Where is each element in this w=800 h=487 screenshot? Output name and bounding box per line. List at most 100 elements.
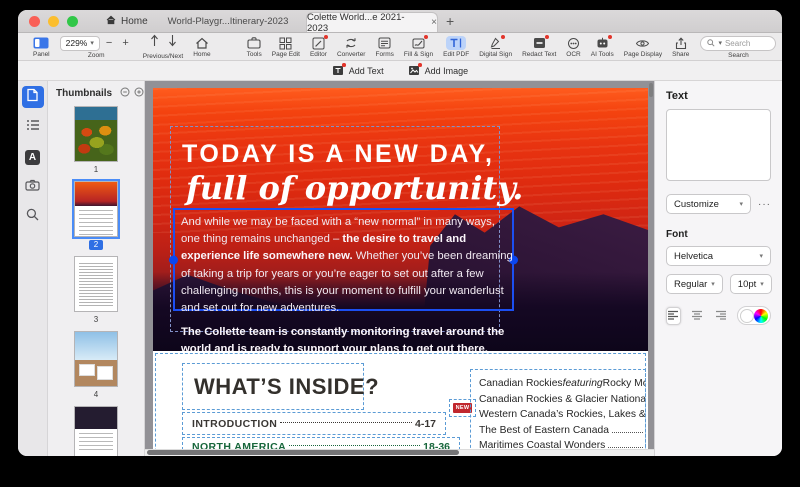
edit-pdf-button[interactable]: Edit PDF (438, 34, 474, 60)
font-color-control[interactable] (737, 306, 771, 325)
bookmarks-panel-button[interactable] (22, 116, 44, 138)
edit-pdf-icon (446, 36, 467, 50)
close-window-button[interactable] (29, 16, 40, 27)
add-text-icon (332, 63, 346, 76)
add-text-button[interactable]: Add Text (332, 63, 384, 76)
share-button[interactable]: Share (667, 34, 694, 60)
align-right-button[interactable] (713, 307, 728, 325)
home-view-button[interactable]: Home (188, 34, 215, 60)
tab-world-playground[interactable]: World-Playgr...Itinerary-2023 (148, 10, 308, 32)
thumbnail-page-3[interactable]: 3 (74, 256, 118, 325)
customize-dropdown[interactable]: Customize ▾ (666, 194, 751, 214)
toc-row-introduction[interactable]: INTRODUCTION 4-17 (182, 412, 446, 435)
tab-close-icon[interactable]: × (431, 17, 437, 28)
add-image-button[interactable]: Add Image (408, 63, 468, 76)
thumbnail-zoom-out-icon[interactable] (120, 87, 130, 100)
tools-button[interactable]: Tools (242, 34, 267, 60)
more-options-button[interactable]: ··· (758, 199, 771, 210)
page-number: 3 (93, 315, 99, 324)
redact-text-button[interactable]: Redact Text (517, 34, 561, 60)
thumbnail-zoom-in-icon[interactable] (134, 87, 144, 100)
thumbnail-page-4[interactable]: 4 (74, 331, 118, 400)
align-center-button[interactable] (690, 307, 705, 325)
thumbnail-page-5[interactable]: 5 (74, 406, 118, 456)
chevron-down-icon: ▾ (760, 281, 764, 288)
headline-line2[interactable]: full of opportunity. (186, 169, 523, 207)
thumbnail-image[interactable] (74, 331, 118, 387)
ocr-button[interactable]: OCR (561, 34, 585, 60)
color-wheel-icon[interactable] (754, 308, 768, 323)
resize-handle-left[interactable] (169, 255, 178, 264)
font-style-dropdown[interactable]: Regular ▾ (666, 274, 723, 294)
search-input[interactable] (724, 38, 773, 48)
search-panel-button[interactable] (22, 206, 44, 228)
digital-sign-button[interactable]: Digital Sign (474, 34, 517, 60)
zoom-window-button[interactable] (67, 16, 78, 27)
search-input-wrap[interactable]: ▾ (700, 35, 777, 51)
tour-item: Western Canada’s Rockies, Lakes & Wine C (479, 409, 645, 420)
page-edit-button[interactable]: Page Edit (267, 34, 305, 60)
edit-pdf-subtoolbar: Add Text Add Image (18, 61, 782, 81)
home-icon (106, 15, 116, 28)
thumbnail-page-1[interactable]: 1 (74, 106, 118, 175)
share-icon (675, 36, 687, 50)
pdf-page[interactable]: TODAY IS A NEW DAY, full of opportunity.… (153, 88, 648, 456)
tour-list-box[interactable]: Canadian Rockies featuring Rocky Mountai… (470, 369, 646, 456)
zoom-group: 229% ▾ − + Zoom (55, 34, 138, 60)
converter-icon (344, 36, 358, 50)
panel-icon (33, 36, 49, 50)
panel-toggle-button[interactable]: Panel (28, 34, 55, 60)
tab-colette-world[interactable]: Colette World...e 2021-2023 × (306, 12, 438, 34)
zoom-level-dropdown[interactable]: 229% ▾ (59, 35, 100, 51)
page-display-button[interactable]: Page Display (619, 34, 667, 60)
sidebar-icon-strip: A (18, 81, 48, 456)
thumbnail-image[interactable] (74, 106, 118, 162)
tab-home[interactable]: Home (106, 10, 148, 32)
horizontal-scrollbar-thumb[interactable] (147, 450, 459, 455)
tour-item: Canadian Rockies featuring Rocky Mountai… (479, 378, 645, 389)
previous-page-button[interactable] (150, 34, 159, 52)
forms-button[interactable]: Forms (370, 34, 398, 60)
horizontal-scrollbar-track[interactable] (145, 449, 654, 456)
attachments-panel-button[interactable] (22, 176, 44, 198)
font-family-dropdown[interactable]: Helvetica ▾ (666, 246, 771, 266)
properties-title: Text (666, 90, 688, 102)
zoom-out-button[interactable]: − (102, 37, 116, 49)
font-section-label: Font (666, 229, 688, 240)
page-number: 4 (93, 390, 99, 399)
vertical-scrollbar-thumb[interactable] (649, 83, 653, 97)
prev-next-group: Previous/Next (138, 34, 188, 60)
intro-paragraphs[interactable]: And while we may be faced with a “new no… (181, 214, 513, 351)
annotations-panel-button[interactable]: A (22, 146, 44, 168)
minimize-window-button[interactable] (48, 16, 59, 27)
redact-text-icon (533, 35, 549, 50)
current-color-swatch[interactable] (740, 308, 754, 323)
search-group: ▾ Search (694, 34, 782, 60)
annotation-icon: A (25, 149, 40, 165)
chevron-down-icon: ▾ (739, 201, 743, 208)
thumbnails-panel-button[interactable] (21, 86, 44, 108)
document-viewport[interactable]: TODAY IS A NEW DAY, full of opportunity.… (145, 81, 654, 456)
page-number: 1 (93, 165, 99, 174)
thumbnail-page-2[interactable]: 2 (72, 179, 120, 250)
align-left-button[interactable] (666, 306, 681, 325)
new-tab-button[interactable]: + (446, 10, 454, 32)
properties-panel: Text Customize ▾ ··· Font Helvetica ▾ Re… (654, 81, 782, 456)
thumbnail-image[interactable] (74, 256, 118, 312)
zoom-in-button[interactable]: + (118, 37, 132, 49)
add-image-icon (408, 63, 422, 76)
next-page-button[interactable] (168, 34, 177, 52)
thumbnail-image[interactable] (72, 179, 120, 239)
window-controls (29, 16, 78, 27)
headline-line1[interactable]: TODAY IS A NEW DAY, (182, 140, 494, 169)
ai-tools-button[interactable]: AI Tools (586, 34, 619, 60)
whats-inside-box[interactable]: WHAT’S INSIDE? (182, 363, 379, 410)
whats-inside-title: WHAT’S INSIDE? (194, 373, 380, 399)
font-size-dropdown[interactable]: 10pt ▾ (729, 274, 772, 294)
editor-button[interactable]: Editor (305, 34, 332, 60)
chevron-down-icon: ▾ (718, 40, 722, 47)
converter-button[interactable]: Converter (332, 34, 371, 60)
fill-sign-button[interactable]: Fill & Sign (399, 34, 438, 60)
search-icon (26, 208, 39, 226)
thumbnail-image[interactable] (74, 406, 118, 456)
